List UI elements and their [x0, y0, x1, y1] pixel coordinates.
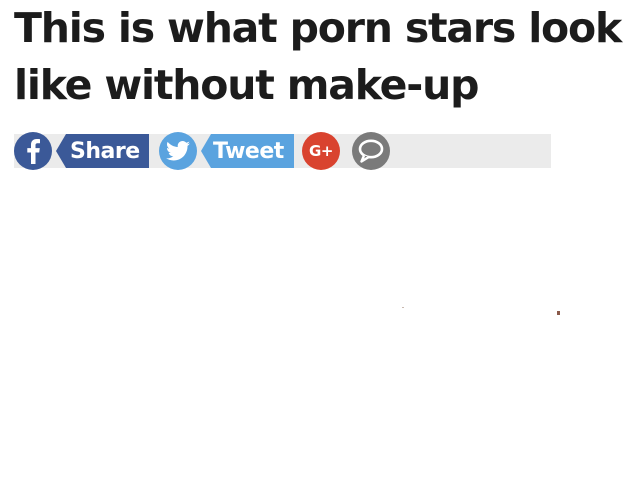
facebook-icon	[25, 138, 41, 164]
twitter-tweet-button[interactable]	[159, 132, 197, 170]
facebook-share-button[interactable]	[14, 132, 52, 170]
share-bar: Share Tweet G+	[14, 132, 551, 170]
image-artifact	[557, 311, 560, 315]
article-title: This is what porn stars look like withou…	[14, 4, 622, 109]
google-plus-share-button[interactable]: G+	[302, 132, 340, 170]
twitter-bird-icon	[166, 141, 190, 161]
comment-bubble-icon	[358, 139, 384, 163]
comments-button[interactable]	[352, 132, 390, 170]
image-artifact	[402, 307, 404, 308]
article-page: This is what porn stars look like withou…	[0, 0, 639, 500]
facebook-share-label[interactable]: Share	[56, 134, 149, 168]
twitter-tweet-label[interactable]: Tweet	[201, 134, 294, 168]
google-plus-icon: G+	[309, 142, 333, 160]
